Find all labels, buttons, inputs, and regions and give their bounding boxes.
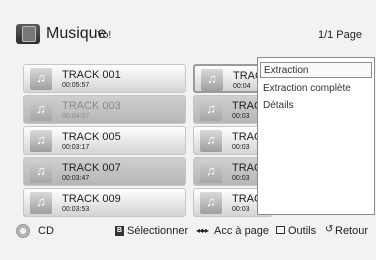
source-label: CD [38, 225, 54, 237]
tools-icon [276, 226, 285, 234]
select-hint[interactable]: Sélectionner [127, 225, 188, 237]
music-note-icon: ♫ [200, 99, 222, 121]
b-button-icon: B [115, 226, 124, 236]
track-item[interactable]: ♫ TRACK 003 00:04:07 [23, 95, 186, 124]
music-note-icon: ♫ [30, 192, 52, 214]
track-duration: 00:03:47 [62, 175, 90, 182]
return-hint[interactable]: Retour [335, 225, 368, 237]
skip-arrows-icon: ◂◂▸▸ [196, 226, 209, 235]
track-duration: 00:04 [233, 83, 251, 90]
music-note-icon: ♫ [200, 130, 222, 152]
footer-bar: CD B Sélectionner ◂◂▸▸ Acc à page Outils… [0, 220, 376, 244]
track-duration: 00:05:57 [62, 82, 90, 89]
track-name: TRACK 009 [62, 193, 121, 205]
track-name: TRACK 001 [62, 69, 121, 81]
track-duration: 00:03 [232, 144, 250, 151]
track-item[interactable]: ♫ TRACK 001 00:05:57 [23, 64, 186, 93]
music-browser-screen: Musique Yo! 1/1 Page ♫ TRACK 001 00:05:5… [0, 0, 376, 260]
disc-icon [16, 224, 30, 238]
track-name: TRACK 003 [62, 100, 121, 112]
track-name: TRACK 005 [62, 131, 121, 143]
skip-page-hint[interactable]: Acc à page [214, 225, 269, 237]
track-duration: 00:03 [232, 113, 250, 120]
menu-item-full-extraction[interactable]: Extraction complète [263, 83, 351, 94]
tools-menu: Extraction Extraction complète Détails [257, 57, 375, 215]
track-duration: 00:04:07 [62, 113, 90, 120]
music-note-icon: ♫ [200, 161, 222, 183]
music-note-icon: ♫ [200, 192, 222, 214]
track-duration: 00:03 [232, 206, 250, 213]
music-note-icon: ♫ [30, 130, 52, 152]
track-duration: 00:03:17 [62, 144, 90, 151]
music-note-icon: ♫ [30, 161, 52, 183]
track-item[interactable]: ♫ TRACK 005 00:03:17 [23, 126, 186, 155]
music-note-icon: ♫ [201, 69, 223, 91]
track-name: TRACK 007 [62, 162, 121, 174]
track-item[interactable]: ♫ TRACK 009 00:03:53 [23, 188, 186, 217]
music-note-icon: ♫ [30, 68, 52, 90]
track-duration: 00:03 [232, 175, 250, 182]
track-item[interactable]: ♫ TRACK 007 00:03:47 [23, 157, 186, 186]
return-icon: ↺ [325, 224, 334, 235]
tools-hint[interactable]: Outils [288, 225, 316, 237]
menu-item-extraction[interactable]: Extraction [260, 62, 372, 78]
menu-item-details[interactable]: Détails [263, 100, 294, 111]
track-duration: 00:03:53 [62, 206, 90, 213]
music-note-icon: ♫ [30, 99, 52, 121]
